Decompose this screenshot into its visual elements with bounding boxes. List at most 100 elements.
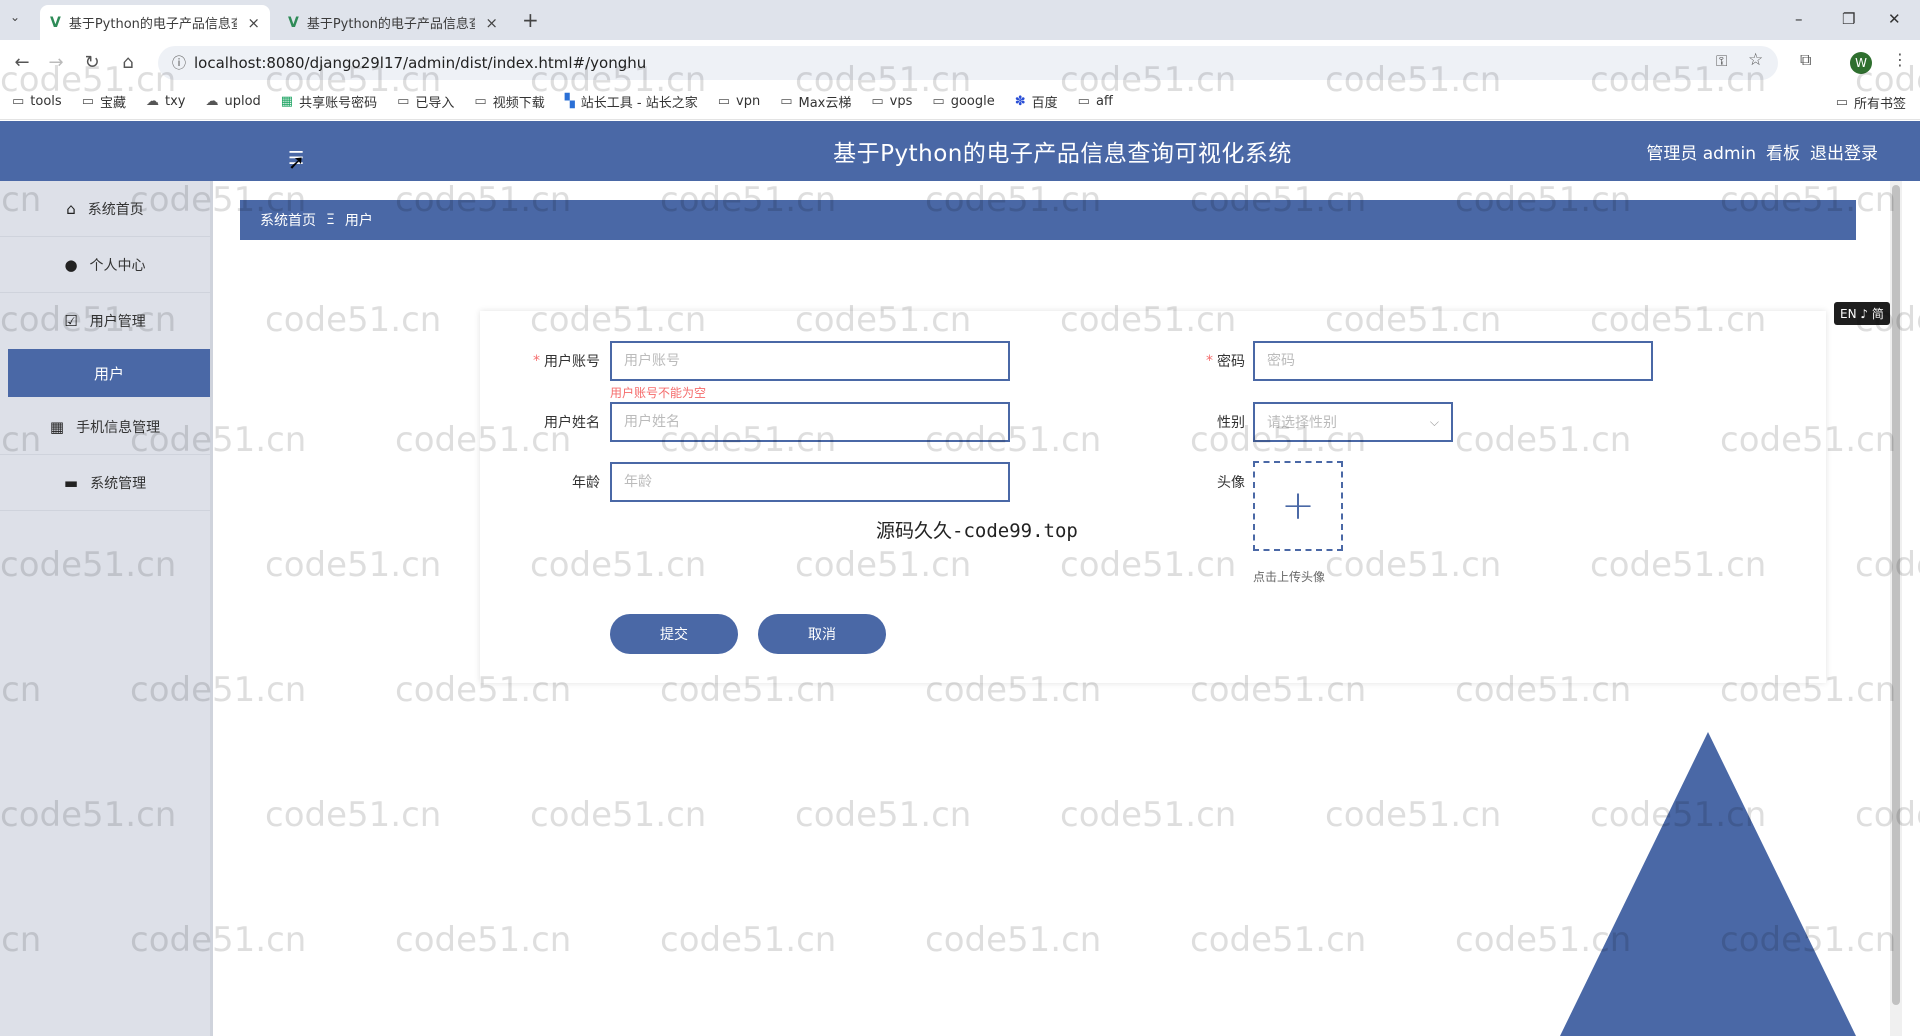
cloud-icon: ☁	[205, 94, 219, 109]
password-key-icon[interactable]: ⚿	[1716, 52, 1727, 70]
breadcrumb-separator: Ξ	[326, 212, 335, 228]
gender-label: 性别	[1217, 415, 1245, 431]
bookmark-item[interactable]: ▭ vpn	[718, 94, 760, 109]
bookmark-item[interactable]: ▭ 视频下载	[474, 92, 544, 111]
all-bookmarks[interactable]: ▭ 所有书签	[1836, 84, 1906, 120]
vue-favicon-icon: V	[288, 14, 299, 31]
folder-icon: ▭	[397, 94, 410, 109]
back-arrow-icon[interactable]: ←	[10, 50, 34, 74]
tab-title: 基于Python的电子产品信息查询	[68, 17, 238, 32]
decorative-triangle	[1560, 732, 1856, 1036]
cloud-icon: ☁	[146, 94, 159, 109]
forward-arrow-icon[interactable]: →	[44, 50, 68, 74]
bookmark-item[interactable]: ✽ 百度	[1015, 92, 1058, 111]
home-page-icon[interactable]: ⌂	[116, 50, 140, 74]
extensions-icon[interactable]: ⧉	[1800, 50, 1811, 70]
sidebar-subitem-users[interactable]: 用户	[8, 349, 210, 397]
address-bar[interactable]: ⓘ localhost:8080/django29l17/admin/dist/…	[158, 46, 1778, 80]
gender-select[interactable]: 请选择性别 ⌵	[1253, 402, 1453, 442]
bookmark-item[interactable]: ☁ uplod	[205, 94, 260, 109]
bookmark-item[interactable]: ▭ 已导入	[397, 92, 454, 111]
breadcrumb-current: 用户	[344, 213, 373, 229]
watermark-text: code51.cn	[395, 920, 572, 960]
baidu-paw-icon: ✽	[1014, 94, 1026, 109]
language-toggle[interactable]: EN ♪ 简	[1834, 302, 1890, 325]
logout-link[interactable]: 退出登录	[1810, 139, 1878, 164]
gender-placeholder: 请选择性别	[1267, 415, 1337, 431]
watermark-text: code51.cn	[1855, 795, 1920, 835]
plus-icon: +	[1281, 483, 1315, 529]
close-tab-icon[interactable]: ×	[485, 14, 498, 32]
chart-icon: ▚	[564, 94, 575, 109]
folder-icon: ▭	[1077, 94, 1090, 109]
chevron-down-icon: ⌵	[1429, 414, 1439, 429]
submit-button[interactable]: 提交	[610, 614, 738, 654]
breadcrumb-home[interactable]: 系统首页	[260, 210, 316, 230]
grid-icon: ▦	[49, 417, 65, 436]
bookmarks-bar: ▭ tools ▭ 宝藏 ☁ txy ☁ uplod ▦ 共享账号密码 ▭ 已导入 ▭ 视频下…	[0, 84, 1920, 120]
folder-icon: ▭	[780, 94, 793, 109]
watermark-text: code51.cn	[660, 920, 837, 960]
bookmark-item[interactable]: ▭ Max云梯	[780, 92, 851, 111]
sidebar-item-user-management[interactable]: ☑ 用户管理	[0, 293, 210, 349]
password-input[interactable]	[1253, 341, 1653, 381]
breadcrumb: 系统首页 Ξ 用户	[240, 200, 1856, 240]
minimize-icon[interactable]: –	[1795, 10, 1803, 28]
admin-label: 管理员 admin	[1646, 143, 1756, 164]
vue-favicon-icon: V	[50, 14, 61, 31]
realname-input[interactable]	[610, 402, 1010, 442]
watermark-text: code51.cn	[1060, 795, 1237, 835]
dashboard-link[interactable]: 看板	[1766, 139, 1800, 164]
mouse-cursor-icon: ➚	[288, 150, 305, 174]
user-icon: ●	[64, 255, 78, 274]
watermark-text: code51.cn	[265, 545, 442, 585]
bookmark-item[interactable]: ▭ vps	[871, 94, 912, 109]
submenu-indent	[0, 349, 8, 397]
reload-icon[interactable]: ↻	[80, 50, 104, 74]
home-icon: ⌂	[66, 199, 76, 218]
close-tab-icon[interactable]: ×	[247, 14, 260, 32]
avatar-label: 头像	[1217, 475, 1245, 491]
avatar-upload[interactable]: +	[1253, 461, 1343, 551]
age-input[interactable]	[610, 462, 1010, 502]
sidebar-item-system[interactable]: ▬ 系统管理	[0, 455, 210, 511]
folder-icon: ▭	[12, 94, 25, 109]
profile-avatar[interactable]: W	[1850, 52, 1872, 74]
site-info-icon[interactable]: ⓘ	[164, 53, 194, 73]
close-window-icon[interactable]: ✕	[1888, 10, 1901, 28]
new-tab-button[interactable]: +	[522, 8, 539, 32]
bookmark-item[interactable]: ▭ 宝藏	[82, 92, 126, 111]
folder-icon: ▭	[474, 94, 487, 109]
bookmark-item[interactable]: ▭ tools	[12, 94, 62, 109]
username-error: 用户账号不能为空	[610, 386, 707, 400]
bookmark-item[interactable]: ☁ txy	[146, 94, 185, 109]
watermark-text: code51.cn	[1855, 545, 1920, 585]
bookmark-item[interactable]: ▦ 共享账号密码	[281, 92, 377, 111]
watermark-text: code51.cn	[265, 795, 442, 835]
sidebar-item-profile[interactable]: ● 个人中心	[0, 237, 210, 293]
watermark-text: code51.cn	[1325, 795, 1502, 835]
overlay-note: 源码久久-code99.top	[876, 520, 1078, 542]
sidebar-divider	[210, 181, 213, 1036]
watermark-text: code51.cn	[795, 795, 972, 835]
sidebar-item-phone-info[interactable]: ▦ 手机信息管理	[0, 399, 210, 455]
watermark-text: code51.cn	[925, 920, 1102, 960]
bookmark-item[interactable]: ▚ 站长工具 - 站长之家	[565, 92, 698, 111]
browser-tab[interactable]: V 基于Python的电子产品信息查询 ×	[278, 5, 508, 40]
age-label: 年龄	[572, 475, 600, 491]
sidebar-item-home[interactable]: ⌂ 系统首页	[0, 181, 210, 237]
folder-icon: ▭	[871, 94, 884, 109]
bookmark-item[interactable]: ▭ aff	[1078, 94, 1113, 109]
bookmark-item[interactable]: ▭ google	[932, 94, 994, 109]
watermark-text: code51.cn	[1190, 920, 1367, 960]
browser-tab-active[interactable]: V 基于Python的电子产品信息查询 ×	[40, 5, 270, 40]
username-input[interactable]	[610, 341, 1010, 381]
url-text: localhost:8080/django29l17/admin/dist/in…	[194, 54, 647, 72]
tab-list-chevron-icon[interactable]: ⌄	[10, 10, 20, 24]
bookmark-star-icon[interactable]: ☆	[1748, 50, 1763, 70]
browser-menu-icon[interactable]: ⋮	[1892, 50, 1908, 69]
scrollbar-thumb[interactable]	[1892, 185, 1900, 1005]
sheet-icon: ▦	[280, 94, 294, 109]
maximize-icon[interactable]: ❐	[1842, 10, 1855, 28]
cancel-button[interactable]: 取消	[758, 614, 886, 654]
